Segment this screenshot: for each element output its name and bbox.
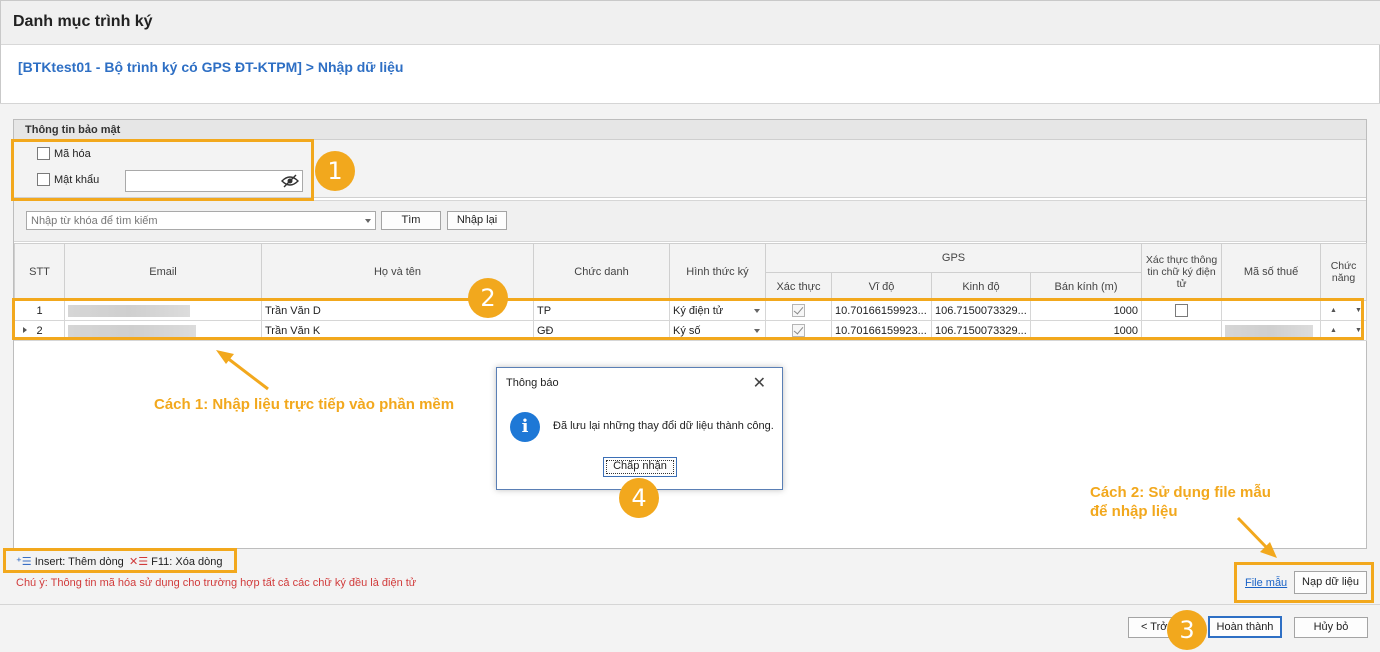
annotation-arrows xyxy=(216,350,1277,558)
arrow-icon xyxy=(216,350,269,391)
arrow-icon xyxy=(1236,516,1277,558)
